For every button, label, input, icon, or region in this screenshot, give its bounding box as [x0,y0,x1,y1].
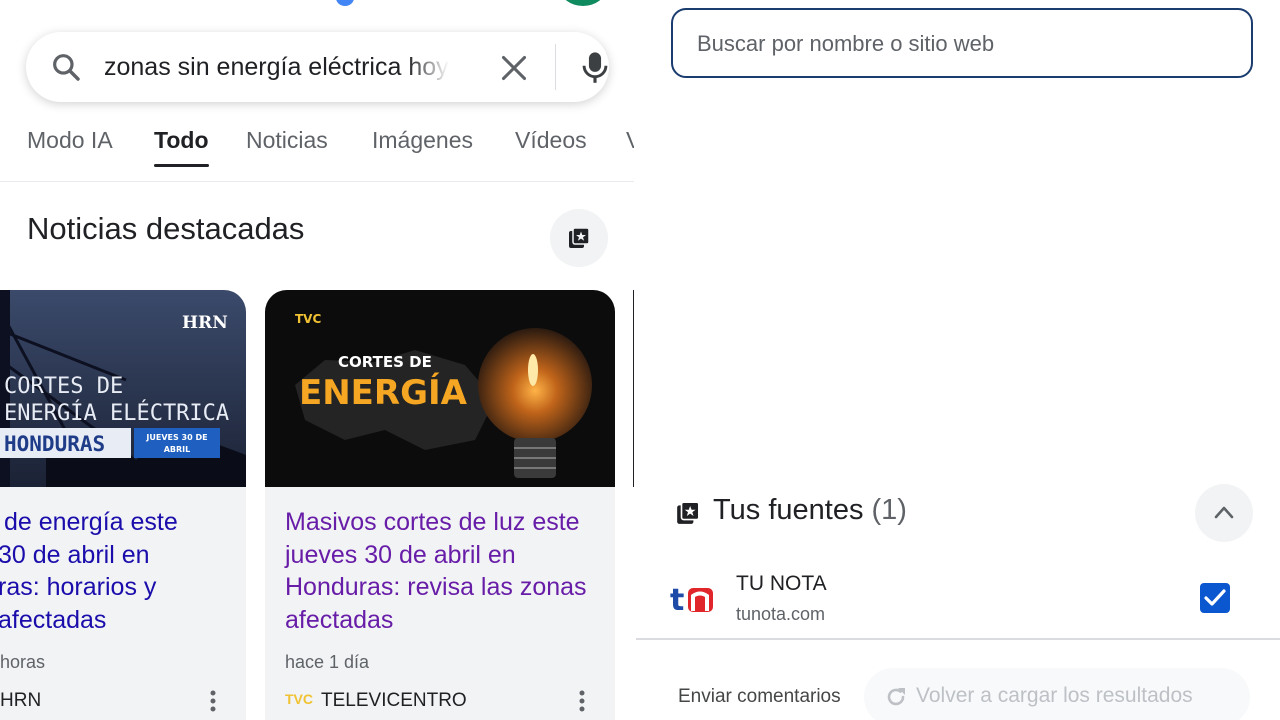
news-card-image: TVC CORTES DE ENERGÍA [265,290,615,487]
tab-noticias[interactable]: Noticias [246,127,328,154]
news-card-image: CORTES DE ENERGÍA ELÉCTRICA HONDURAS JUE… [0,290,246,487]
more-options-icon[interactable] [579,690,585,712]
tab-more-partial[interactable]: V [626,127,634,154]
close-icon[interactable] [500,54,528,82]
tunota-logo-icon: t [670,583,713,618]
thumb-line1: CORTES DE [338,353,432,371]
news-card-headline[interactable]: Masivos cortes de luz este jueves 30 de … [285,506,600,636]
sources-icon [677,501,700,524]
refresh-icon [887,688,905,706]
more-options-icon[interactable] [210,690,216,712]
tab-todo[interactable]: Todo [154,127,209,167]
thumb-line2: ENERGÍA [299,372,468,413]
source-name: TU NOTA [736,572,827,595]
news-card-headline-clip[interactable]: de energía este 30 de abril en ras: hora… [0,506,246,636]
news-card-source: TELEVICENTRO [321,690,467,711]
source-url: tunota.com [736,604,826,624]
sources-panel: Tus fuentes (1) t TU NOTA tunota.com Env… [636,0,1280,720]
site-search-input[interactable] [697,28,1217,60]
search-results-panel: zonas sin energía eléctrica hoy Modo IA … [0,0,634,720]
thumb-badge: HONDURAS [4,432,105,456]
your-sources-count: (1) [871,494,907,526]
reload-results-label: Volver a cargar los resultados [916,684,1193,707]
headline-line: ras: horarios y [0,573,157,601]
account-avatar[interactable] [560,0,606,6]
news-card-source: HRN [0,690,42,711]
news-card-time: horas [0,652,46,672]
news-card-time: hace 1 día [285,652,370,672]
source-row[interactable]: t TU NOTA tunota.com [636,560,1280,640]
tvc-thumbnail: TVC CORTES DE ENERGÍA [265,290,615,487]
svg-text:t: t [670,583,684,618]
thumb-line2: ENERGÍA ELÉCTRICA [4,400,229,426]
search-tabs: Modo IA Todo Noticias Imágenes Vídeos V [0,122,634,182]
next-card-edge [633,290,634,487]
section-title: Noticias destacadas [27,211,305,246]
checkmark-icon [1204,589,1226,606]
news-card[interactable]: TVC CORTES DE ENERGÍA Masivos cortes de … [265,290,615,720]
reload-results-button[interactable]: Volver a cargar los resultados [864,668,1250,720]
source-logo: TVC [285,691,313,707]
headline-line: afectadas [0,605,107,634]
your-sources-title: Tus fuentes [713,494,864,526]
chevron-up-icon [1214,506,1234,519]
headline-line: 30 de abril en [0,540,150,569]
headline-line: de energía este [4,508,178,536]
news-card[interactable]: CORTES DE ENERGÍA ELÉCTRICA HONDURAS JUE… [0,290,246,720]
sources-icon [569,227,590,248]
svg-text:JUEVES 30 DE: JUEVES 30 DE [145,433,207,442]
tab-videos[interactable]: Vídeos [515,127,587,154]
thumb-line1: CORTES DE [4,374,123,399]
follow-sources-button[interactable] [550,209,608,267]
search-divider [555,44,556,90]
search-bar[interactable]: zonas sin energía eléctrica hoy [26,32,609,102]
send-feedback-link[interactable]: Enviar comentarios [678,686,841,708]
tab-modo-ia[interactable]: Modo IA [27,127,113,154]
news-card-source-row: TVC TELEVICENTRO [285,690,467,712]
search-icon [53,54,80,81]
collapse-button[interactable] [1195,484,1253,542]
thumb-logo: TVC [295,312,321,326]
thumb-logo: HRN [182,313,228,333]
svg-text:ABRIL: ABRIL [164,445,191,454]
site-search-box[interactable] [671,8,1253,78]
hrn-thumbnail: CORTES DE ENERGÍA ELÉCTRICA HONDURAS JUE… [0,290,246,487]
tab-imagenes[interactable]: Imágenes [372,127,473,154]
google-logo-fragment [336,0,354,6]
source-checkbox[interactable] [1200,583,1230,613]
search-query[interactable]: zonas sin energía eléctrica hoy [104,50,449,84]
mic-icon[interactable] [580,50,610,84]
your-sources-heading: Tus fuentes (1) [713,494,907,527]
